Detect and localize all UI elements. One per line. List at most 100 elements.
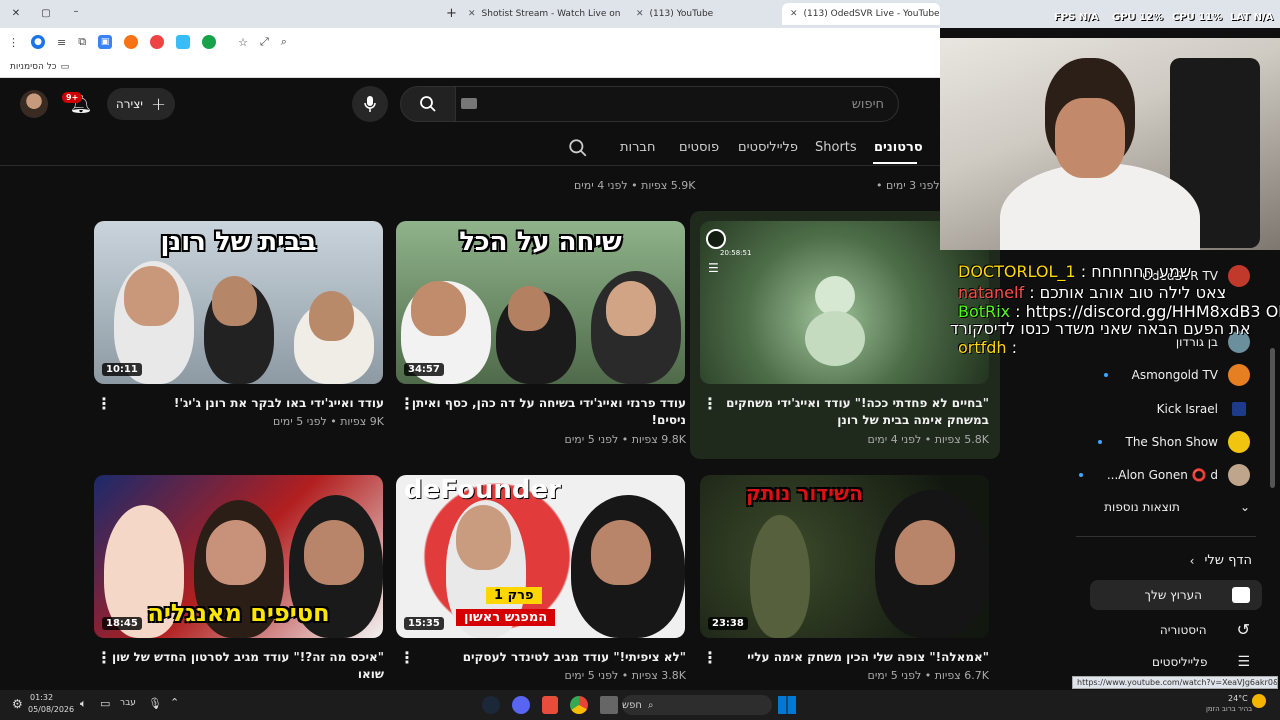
more-actions-icon[interactable]: ⋮ [96,648,112,667]
tab-videos[interactable]: סרטונים [874,140,923,155]
video-title[interactable]: "בחיים לא פחדתי ככה!" עודד ואייג'ידי משח… [709,395,989,429]
thumbnail-caption: deFounder [404,475,561,505]
close-tab-icon[interactable]: ✕ [468,9,476,19]
lat-readout: LAT N/A [1230,12,1274,23]
thumbnail-caption: בבית של רונן [160,227,317,257]
extension-icon[interactable]: ● [31,35,45,49]
weather-temp: 24°C [1228,694,1248,703]
video-thumbnail[interactable]: השידור נותק 23:38 [700,475,989,638]
network-icon[interactable]: ▭ [100,697,110,710]
extension-icon[interactable]: ≡ [57,36,66,49]
minimize-window-icon[interactable]: – [66,6,86,17]
chrome-icon[interactable] [570,696,588,714]
new-tab-icon[interactable]: + [446,6,457,21]
you-section-header[interactable]: הדף שלי › [1190,553,1252,568]
extension-icon[interactable] [176,35,191,49]
share-icon[interactable]: ⤢ [260,35,269,49]
tab-odedsvr-live[interactable]: ✕ (113) OdedSVR Live - YouTube [782,3,940,25]
bookmark-star-icon[interactable]: ☆ [238,36,248,49]
windows-start-icon[interactable] [778,696,796,714]
more-actions-icon[interactable]: ⋮ [702,648,718,667]
restore-window-icon[interactable]: ▢ [36,8,56,19]
puzzle-icon[interactable]: ⧉ [78,35,86,49]
more-actions-icon[interactable]: ⋮ [399,648,415,667]
zoom-icon[interactable]: ⌕ [281,35,287,49]
person-figure [206,520,266,585]
microphone-icon[interactable]: 🎙︎ [148,697,162,710]
account-avatar[interactable] [20,90,48,118]
sidebar-subscription[interactable]: The Shon Show [1097,431,1250,453]
video-meta: 3.8K צפיות • לפני 5 ימים [564,669,686,682]
tab-shorts[interactable]: Shorts [815,140,857,155]
video-meta: 9.8K צפיות • לפני 5 ימים [564,433,686,446]
menu-icon[interactable]: ⋮ [8,36,19,49]
extension-icon[interactable] [202,35,217,49]
sidebar-item-your-channel[interactable]: הערוץ שלך [1145,587,1250,603]
watch-later-icon[interactable] [706,229,726,249]
more-actions-icon[interactable]: ⋮ [399,394,415,413]
weather-icon[interactable] [1252,694,1266,708]
gpu-readout: GPU 12% [1112,12,1164,23]
bookmarks-all-label[interactable]: כל הסימניות [10,62,57,72]
more-actions-icon[interactable]: ⋮ [96,394,112,413]
create-button[interactable]: יצירה + [107,88,175,120]
video-meta: לפני 3 ימים • [876,179,940,192]
video-thumbnail[interactable]: בבית של רונן 10:11 [94,221,383,384]
sidebar-item-playlists[interactable]: ☰ פלייליסטים [1152,654,1250,670]
tab-playlists[interactable]: פלייליסטים [738,140,798,155]
create-label: יצירה [115,97,143,111]
video-thumbnail[interactable]: שיחה על הכל 34:57 [396,221,685,384]
taskbar-date: 05/08/2026 [28,705,75,714]
search-input[interactable] [455,86,899,122]
video-title[interactable]: "איכס מה זה?!" עודד מגיב לסרטון החדש של … [104,649,384,683]
channel-search-button[interactable] [568,138,588,162]
search-icon [420,96,436,112]
close-window-icon[interactable]: ✕ [6,8,26,19]
close-tab-icon[interactable]: ✕ [790,9,798,19]
tray-expand-icon[interactable]: ⌃ [170,696,179,709]
sidebar-scrollbar[interactable] [1270,348,1275,488]
sidebar-subscription[interactable]: Kick Israel [1157,398,1250,420]
extension-icon[interactable]: ▣ [98,35,113,49]
history-icon: ↺ [1236,620,1250,639]
sidebar-item-history[interactable]: ↺ היסטוריה [1160,620,1250,639]
extension-icon[interactable] [124,35,139,49]
subscription-name: Kick Israel [1156,402,1218,416]
video-title[interactable]: "אמאלה!" צופה שלי הכין משחק אימה עליי [709,649,989,666]
speaker-icon[interactable]: 🔈︎ [80,697,87,711]
browser-toolbar: ⋮ ● ≡ ⧉ ▣ ☆ ⤢ ⌕ [0,28,940,56]
show-more-button[interactable]: ⌄ תוצאות נוספות [1104,500,1250,514]
discord-icon[interactable] [512,696,530,714]
tab-youtube[interactable]: ✕ (113) YouTube [628,3,778,25]
video-title[interactable]: עודד פרנזי ואייג'ידי בשיחה על דה כהן, כס… [406,395,686,429]
sidebar-subscription[interactable]: Asmongold TV [1103,364,1250,386]
voice-search-button[interactable] [352,86,388,122]
file-explorer-icon[interactable] [600,696,618,714]
channel-avatar [1228,464,1250,486]
video-duration: 15:35 [404,617,444,630]
video-thumbnail[interactable]: חטיפים מאנגליה 18:45 [94,475,383,638]
settings-icon[interactable]: ⚙ [12,697,23,711]
more-actions-icon[interactable]: ⋮ [702,394,718,413]
sidebar-subscription[interactable]: Alon Gonen ⭕ d... [1078,464,1250,486]
chat-username: ortfdh [958,338,1007,357]
extension-icon[interactable] [150,35,165,49]
tab-shotist[interactable]: ✕ Shotist Stream - Watch Live on [460,3,630,25]
search-button[interactable] [400,86,456,122]
video-title[interactable]: עודד ואייג'ידי באו לבקר את רונן ג'יג'! [104,395,384,412]
app-icon[interactable] [542,696,558,714]
taskbar-search[interactable]: ⌕ חפש [622,695,772,715]
video-thumbnail[interactable]: deFounder פרק 1 המפגש ראשון 15:35 [396,475,685,638]
live-indicator [1097,440,1102,444]
keyboard-icon[interactable] [461,98,477,109]
video-meta: 6.7K צפיות • לפני 5 ימים [867,669,989,682]
queue-icon[interactable]: ☰ [708,261,719,275]
video-title[interactable]: "לא ציפיתי!" עודד מגיב לטינדר לעסקים [406,649,686,666]
chat-message: natanelf : צאט לילה טוב אוהב אותכם [958,283,1227,302]
language-indicator[interactable]: עבר [120,698,136,708]
tab-memberships[interactable]: חברות [620,140,655,155]
steam-icon[interactable] [482,696,500,714]
close-tab-icon[interactable]: ✕ [636,9,644,19]
zombie-figure [750,515,810,638]
tab-posts[interactable]: פוסטים [679,140,719,155]
